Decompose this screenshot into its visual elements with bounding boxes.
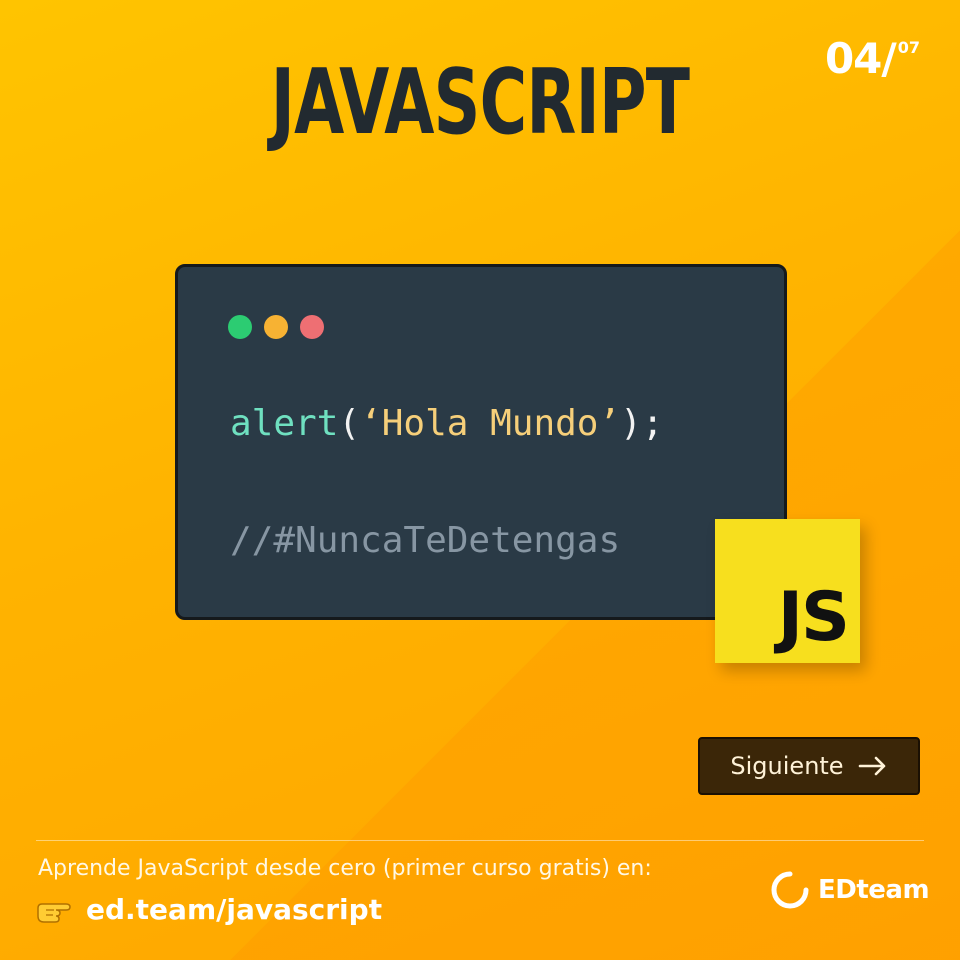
footer-link-row: ed.team/javascript	[36, 893, 382, 926]
page-title: JAVASCRIPT	[270, 50, 690, 155]
footer-text: Aprende JavaScript desde cero (primer cu…	[38, 856, 652, 881]
next-button-label: Siguiente	[730, 752, 844, 780]
red-dot-icon	[300, 315, 324, 339]
code-comment: //#NuncaTeDetengas	[230, 520, 621, 561]
edteam-logo-icon	[771, 871, 809, 909]
code-function: alert	[230, 403, 339, 444]
brand-logo: EDteam	[768, 868, 930, 912]
slide-counter-current: 04/	[824, 34, 897, 83]
js-badge-label: JS	[777, 578, 850, 657]
code-line-alert: alert(‘Hola Mundo’);	[230, 403, 664, 444]
slide-counter: 04/07	[825, 34, 920, 83]
arrow-right-icon	[858, 756, 885, 776]
code-window: alert(‘Hola Mundo’); //#NuncaTeDetengas	[175, 264, 787, 620]
slide-counter-total: 07	[897, 38, 920, 57]
code-open-paren: (	[338, 403, 361, 444]
next-button[interactable]: Siguiente	[698, 737, 920, 795]
green-dot-icon	[228, 315, 252, 339]
js-logo-icon: JS	[715, 519, 860, 663]
code-string: ‘Hola Mundo’	[360, 403, 621, 444]
pointing-hand-icon	[37, 902, 71, 923]
course-link[interactable]: ed.team/javascript	[86, 893, 382, 926]
footer-divider	[36, 840, 924, 841]
window-controls	[228, 315, 324, 339]
yellow-dot-icon	[264, 315, 288, 339]
code-close-paren: );	[620, 403, 664, 444]
brand-name: EDteam	[818, 875, 930, 905]
